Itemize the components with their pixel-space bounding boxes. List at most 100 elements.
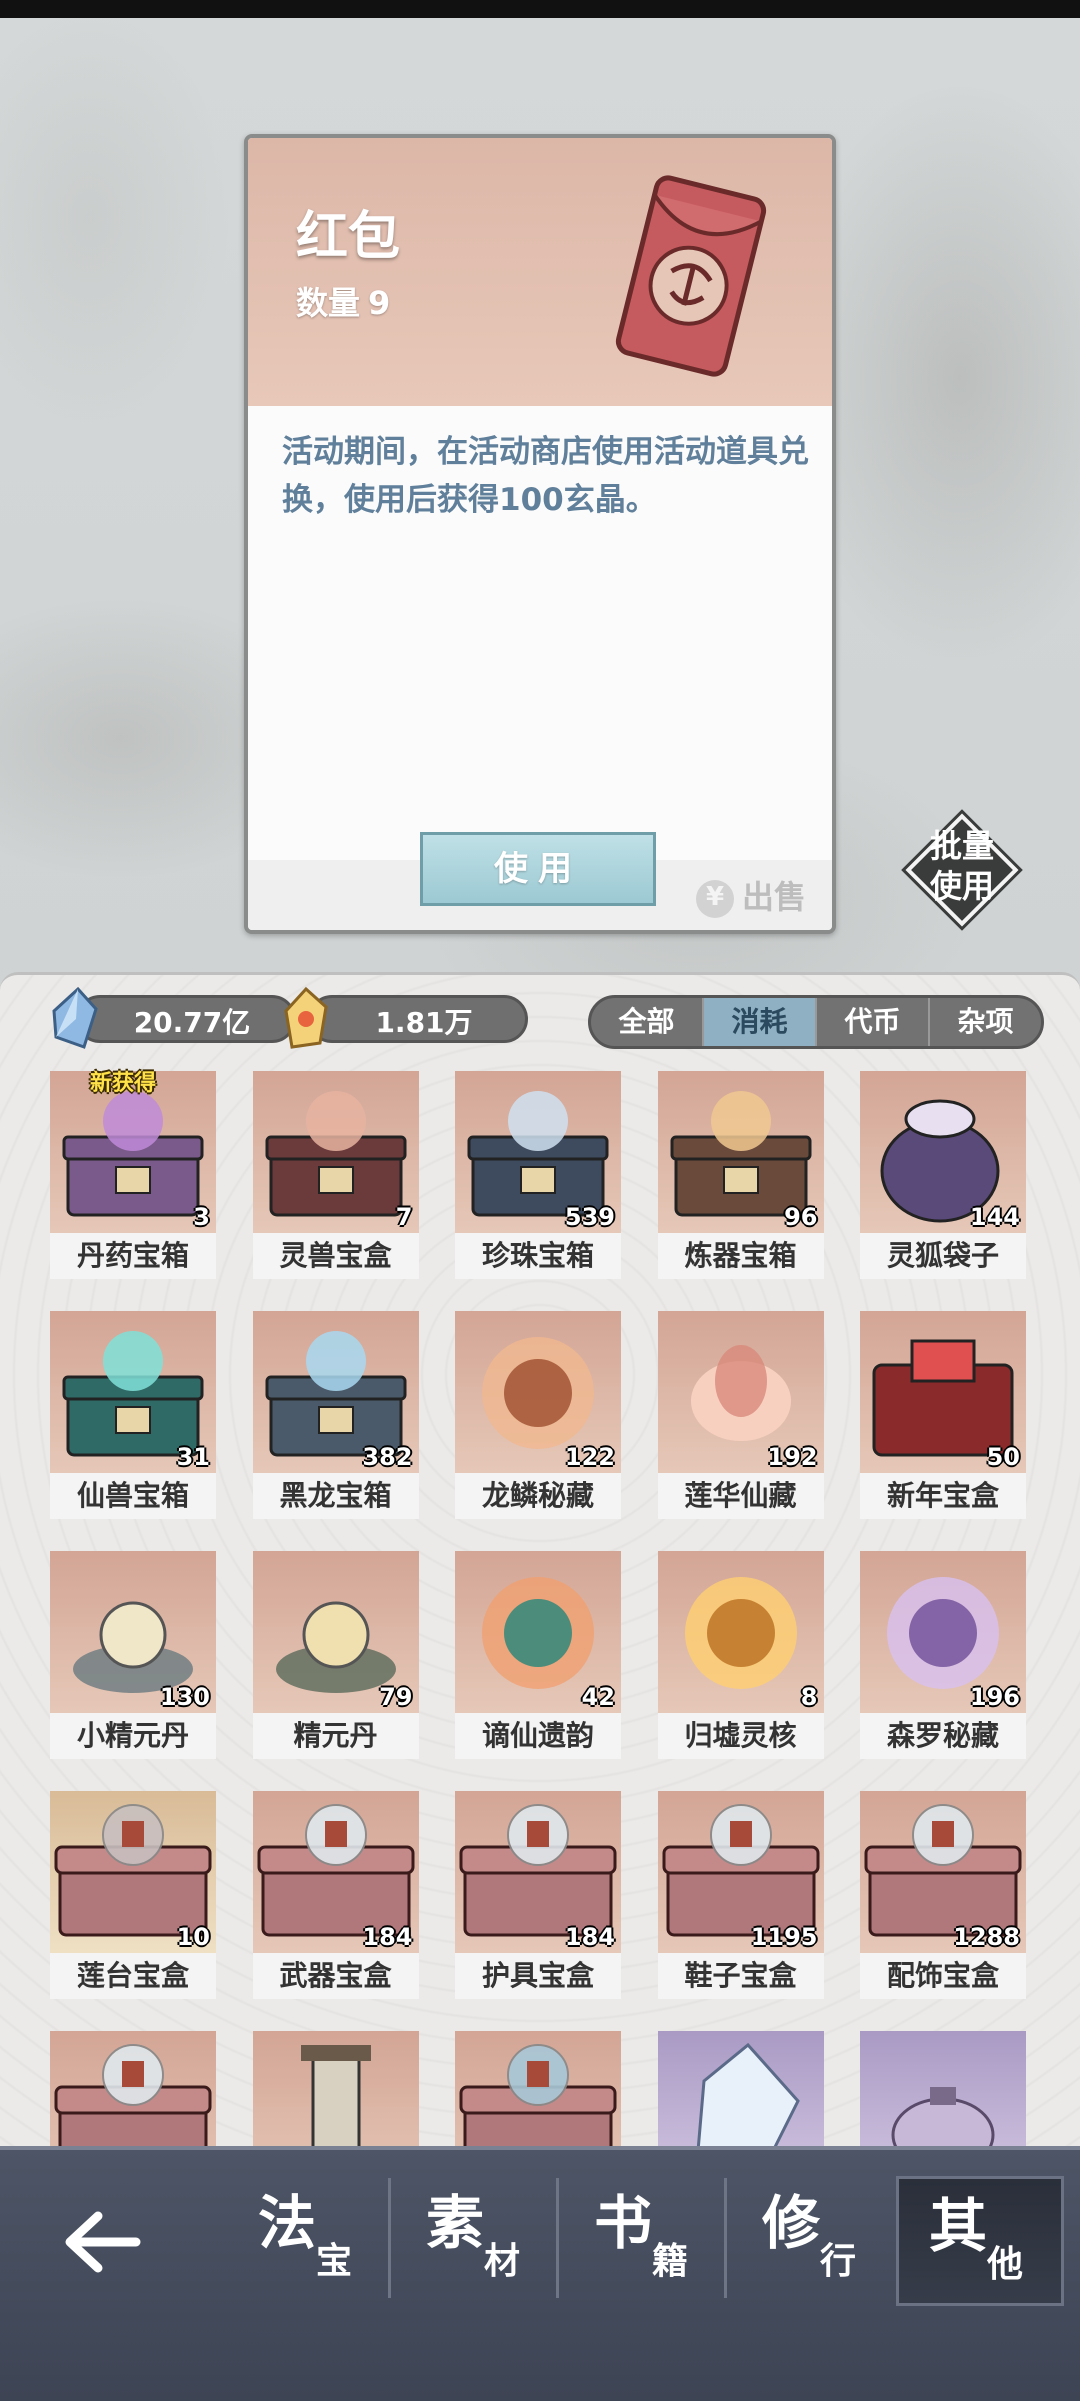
item-thumbnail: 196: [860, 1551, 1026, 1713]
inventory-item[interactable]: 539 珍珠宝箱: [455, 1071, 621, 1279]
item-name: 精元丹: [252, 1713, 419, 1759]
item-thumbnail: 192: [657, 1311, 824, 1473]
nav-tab[interactable]: 书 籍: [564, 2176, 732, 2306]
item-thumbnail: 96: [657, 1071, 824, 1233]
nav-tab-main: 修: [762, 2189, 821, 2257]
item-name: 鞋子宝盒: [657, 1953, 824, 1999]
item-quantity: 122: [564, 1443, 615, 1471]
item-title: 红包: [296, 207, 401, 267]
filter-tab[interactable]: 消耗: [704, 998, 817, 1046]
nav-tab-main: 其: [929, 2192, 988, 2260]
sell-button[interactable]: 出售: [696, 872, 806, 918]
inventory-item[interactable]: 31 仙兽宝箱: [50, 1311, 216, 1519]
inventory-item[interactable]: 8 归墟灵核: [657, 1551, 824, 1759]
item-name: 谪仙遗韵: [455, 1713, 621, 1759]
inventory-item[interactable]: 42 谪仙遗韵: [455, 1551, 621, 1759]
sell-label: 出售: [742, 878, 807, 916]
item-name: 黑龙宝箱: [252, 1473, 419, 1519]
item-name: 护具宝盒: [455, 1953, 621, 1999]
item-name: 配饰宝盒: [860, 1953, 1026, 1999]
batch-use-line1: 批量: [929, 827, 994, 865]
item-thumbnail: 42: [455, 1551, 621, 1713]
item-quantity: 196: [969, 1683, 1020, 1711]
nav-tab-sub: 行: [820, 2241, 857, 2282]
currency-value: 20.77亿: [133, 1006, 251, 1039]
filter-tab[interactable]: 全部: [591, 998, 704, 1046]
item-quantity: 184: [362, 1923, 413, 1951]
item-quantity: 1288: [953, 1923, 1020, 1951]
item-name: 炼器宝箱: [657, 1233, 824, 1279]
inventory-item[interactable]: 130 小精元丹: [50, 1551, 216, 1759]
item-quantity: 7: [395, 1203, 413, 1231]
item-name: 丹药宝箱: [50, 1233, 216, 1279]
nav-tab[interactable]: 素 材: [396, 2176, 564, 2306]
inventory-item[interactable]: 144 灵狐袋子: [860, 1071, 1026, 1279]
item-thumbnail: 144: [860, 1071, 1026, 1233]
item-count: 数量 9: [296, 278, 390, 324]
inventory-item[interactable]: 382 黑龙宝箱: [252, 1311, 419, 1519]
inventory-item[interactable]: 7 灵兽宝盒: [252, 1071, 419, 1279]
nav-tab-sub: 籍: [652, 2241, 689, 2282]
inventory-item[interactable]: 50 新年宝盒: [860, 1311, 1026, 1519]
item-art-icon: [684, 1577, 797, 1689]
nav-tab[interactable]: 法 宝: [228, 2176, 396, 2306]
inventory-item[interactable]: 1195 鞋子宝盒: [657, 1791, 824, 1999]
inventory-item[interactable]: 79 精元丹: [252, 1551, 419, 1759]
inventory-item[interactable]: 1288 配饰宝盒: [860, 1791, 1026, 1999]
item-quantity: 539: [564, 1203, 615, 1231]
item-name: 小精元丹: [50, 1713, 216, 1759]
use-button[interactable]: 使用: [420, 832, 656, 906]
item-thumbnail: 1195: [657, 1791, 824, 1953]
nav-tab-sub: 他: [987, 2244, 1024, 2285]
item-quantity: 3: [193, 1203, 210, 1231]
batch-use-button[interactable]: 批量 使用: [901, 809, 1023, 931]
item-name: 仙兽宝箱: [50, 1473, 216, 1519]
status-bar: [0, 0, 1080, 18]
inventory-item[interactable]: 96 炼器宝箱: [657, 1071, 824, 1279]
item-name: 莲台宝盒: [50, 1953, 216, 1999]
item-thumbnail: 382: [252, 1311, 419, 1473]
bottom-nav: 法 宝素 材书 籍修 行其 他: [0, 2146, 1080, 2401]
item-detail-card: 红包 数量 9 活动期间，在活动商店使用活动道具兑换，使用后获得100玄晶。 使用…: [244, 134, 836, 934]
item-name: 灵兽宝盒: [252, 1233, 419, 1279]
item-quantity: 50: [986, 1443, 1020, 1471]
nav-divider: [388, 2178, 391, 2298]
item-count-label: 数量: [296, 284, 361, 322]
item-name: 新年宝盒: [860, 1473, 1026, 1519]
item-thumbnail: 31: [50, 1311, 216, 1473]
back-arrow-icon[interactable]: [56, 2202, 146, 2282]
filter-tab[interactable]: 杂项: [930, 998, 1041, 1046]
item-description: 活动期间，在活动商店使用活动道具兑换，使用后获得100玄晶。: [282, 434, 809, 518]
nav-divider: [556, 2178, 559, 2298]
batch-use-line2: 使用: [929, 867, 994, 905]
item-name: 莲华仙藏: [657, 1473, 824, 1519]
item-name: 龙鳞秘藏: [455, 1473, 621, 1519]
item-thumbnail: 1288: [860, 1791, 1026, 1953]
item-quantity: 10: [176, 1923, 210, 1951]
nav-tab[interactable]: 修 行: [732, 2176, 900, 2306]
item-quantity: 79: [379, 1683, 413, 1711]
item-thumbnail: 539: [455, 1071, 621, 1233]
filter-tab[interactable]: 代币: [817, 998, 930, 1046]
item-quantity: 184: [564, 1923, 615, 1951]
item-count-value: 9: [368, 284, 391, 322]
inventory-item[interactable]: 184 护具宝盒: [455, 1791, 621, 1999]
nav-divider: [724, 2178, 727, 2298]
item-thumbnail: 130: [50, 1551, 216, 1713]
inventory-item[interactable]: 10 莲台宝盒: [50, 1791, 216, 1999]
nav-tab[interactable]: 其 他: [896, 2176, 1064, 2306]
item-quantity: 382: [362, 1443, 413, 1471]
inventory-item[interactable]: 184 武器宝盒: [252, 1791, 419, 1999]
item-quantity: 31: [176, 1443, 210, 1471]
new-badge: 新获得: [90, 1071, 157, 1096]
inventory-item[interactable]: 196 森罗秘藏: [860, 1551, 1026, 1759]
inventory-item[interactable]: 122 龙鳞秘藏: [455, 1311, 621, 1519]
currency-value: 1.81万: [375, 1006, 473, 1039]
inventory-item[interactable]: 3 新获得丹药宝箱: [50, 1071, 216, 1279]
nav-tab-main: 书: [594, 2189, 653, 2257]
item-name: 灵狐袋子: [860, 1233, 1026, 1279]
item-thumbnail: 184: [252, 1791, 419, 1953]
inventory-item[interactable]: 192 莲华仙藏: [657, 1311, 824, 1519]
category-filter: 全部 消耗 代币 杂项: [588, 995, 1044, 1049]
item-thumbnail: 79: [252, 1551, 419, 1713]
